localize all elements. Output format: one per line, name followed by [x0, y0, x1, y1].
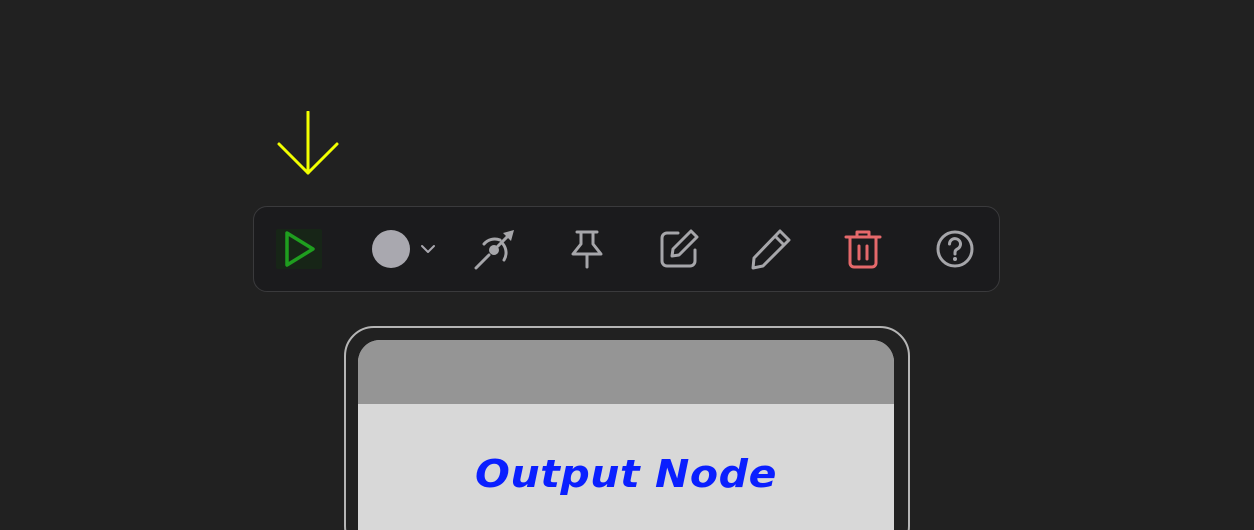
delete-button[interactable] [838, 207, 888, 291]
arrow-down-icon [277, 111, 339, 175]
rename-button[interactable] [746, 207, 796, 291]
play-icon [285, 231, 315, 267]
help-button[interactable] [930, 207, 980, 291]
connect-arrow-icon [474, 230, 514, 270]
pin-button[interactable] [562, 207, 612, 291]
pin-icon [571, 230, 603, 269]
color-picker-button[interactable] [366, 207, 442, 291]
node-header [358, 340, 894, 404]
edit-square-icon [660, 229, 699, 268]
pencil-icon [751, 229, 791, 270]
color-circle-icon [372, 230, 410, 268]
output-node[interactable]: Output Node [358, 340, 894, 530]
edit-button[interactable] [654, 207, 704, 291]
chevron-down-icon [421, 245, 435, 253]
canvas: Output Node [0, 0, 1254, 530]
trash-icon [844, 230, 882, 269]
node-toolbar [253, 206, 1000, 292]
help-circle-icon [936, 230, 974, 268]
connect-button[interactable] [470, 207, 520, 291]
node-title: Output Node [475, 452, 777, 496]
run-button[interactable] [276, 229, 322, 269]
